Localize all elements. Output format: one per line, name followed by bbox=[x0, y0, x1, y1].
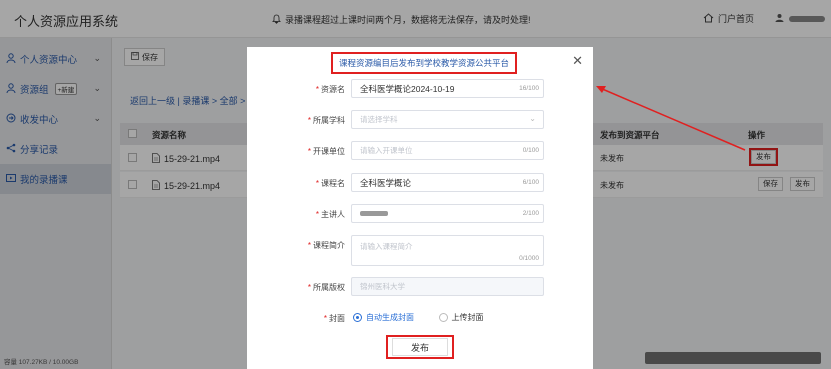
annotation-arrow bbox=[596, 86, 746, 151]
